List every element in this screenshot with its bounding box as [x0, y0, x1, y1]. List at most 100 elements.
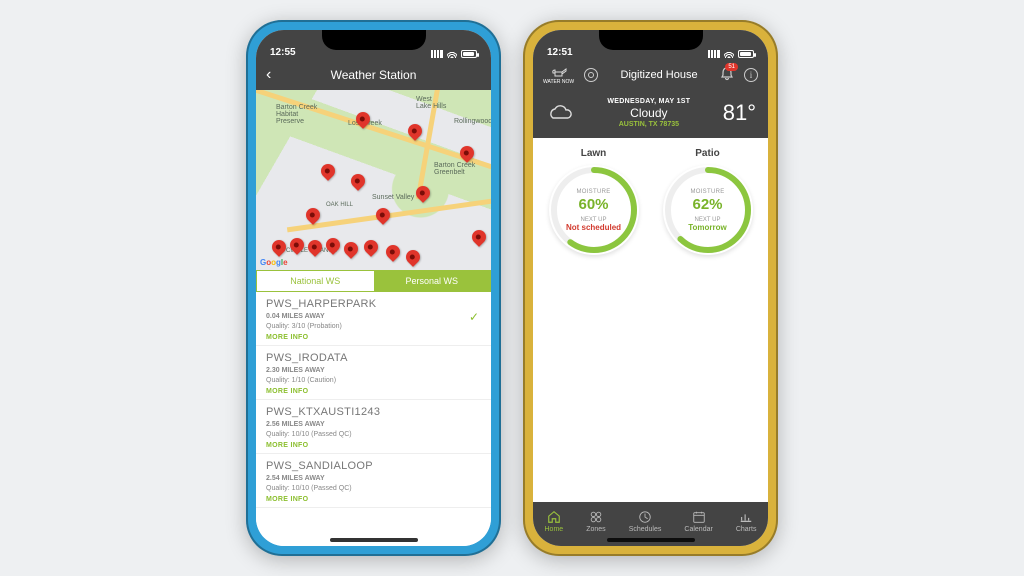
- station-row[interactable]: PWS_IRODATA2.30 MILES AWAYQuality: 1/10 …: [256, 346, 491, 400]
- station-name: PWS_SANDIALOOP: [266, 460, 481, 472]
- map-label: Sunset Valley: [372, 194, 414, 201]
- phone-right: 12:51 WATER NOW Digitized House 51: [523, 20, 778, 556]
- tab-calendar[interactable]: Calendar: [684, 510, 712, 533]
- tab-label: Zones: [586, 526, 605, 533]
- station-quality: Quality: 10/10 (Passed QC): [266, 485, 481, 492]
- zone-card[interactable]: Patio MOISTURE62%NEXT UPTomorrow: [660, 148, 756, 492]
- tab-national-ws[interactable]: National WS: [257, 271, 374, 291]
- weather-condition: Cloudy: [585, 106, 713, 120]
- station-quality: Quality: 3/10 (Probation): [266, 323, 481, 330]
- zone-name: Patio: [660, 148, 756, 159]
- cloud-icon: [545, 103, 575, 123]
- map-pin[interactable]: [318, 161, 338, 181]
- moisture-value: 60%: [578, 196, 608, 213]
- weather-location[interactable]: AUSTIN, TX 78735: [585, 121, 713, 128]
- nav-title: Weather Station: [331, 68, 417, 82]
- tab-personal-ws[interactable]: Personal WS: [374, 271, 491, 291]
- station-list[interactable]: PWS_HARPERPARK✓0.04 MILES AWAY Quality: 3…: [256, 292, 491, 546]
- notifications-button[interactable]: 51: [720, 67, 734, 84]
- home-indicator[interactable]: [330, 538, 418, 542]
- station-name: PWS_KTXAUSTI1243: [266, 406, 481, 418]
- station-row[interactable]: PWS_KTXAUSTI1243 2.56 MILES AWAY Quality: …: [256, 400, 491, 454]
- more-info-link[interactable]: MORE INFO: [266, 496, 481, 503]
- map-label: Barton Creek Habitat Preserve: [276, 104, 317, 125]
- tab-schedules[interactable]: Schedules: [629, 510, 662, 533]
- settings-icon[interactable]: [584, 68, 598, 82]
- map-pin[interactable]: [373, 205, 393, 225]
- status-right: [431, 50, 477, 58]
- water-now-button[interactable]: WATER NOW: [543, 66, 574, 85]
- water-now-label: WATER NOW: [543, 79, 574, 85]
- weather-header: WEDNESDAY, MAY 1ST Cloudy AUSTIN, TX 787…: [533, 90, 768, 138]
- moisture-dial: MOISTURE62%NEXT UPTomorrow: [663, 165, 753, 255]
- tab-label: Calendar: [684, 526, 712, 533]
- battery-icon: [461, 50, 477, 58]
- battery-icon: [738, 50, 754, 58]
- status-time: 12:51: [547, 47, 573, 58]
- screen-left: 12:55 ‹ Weather Station Barton Creek Hab…: [256, 30, 491, 546]
- map-pin[interactable]: [348, 171, 368, 191]
- map-label: Rollingwood: [454, 118, 491, 125]
- status-time: 12:55: [270, 47, 296, 58]
- home-icon: [546, 510, 562, 524]
- map-pin[interactable]: [413, 183, 433, 203]
- map-label: Barton Creek Greenbelt: [434, 162, 475, 176]
- station-name: PWS_HARPERPARK: [266, 298, 481, 310]
- status-right: [708, 50, 754, 58]
- moisture-value: 62%: [692, 196, 722, 213]
- back-button[interactable]: ‹: [266, 66, 271, 84]
- checkmark-icon: ✓: [469, 310, 479, 324]
- schedules-icon: [637, 510, 653, 524]
- calendar-icon: [691, 510, 707, 524]
- header-title: Digitized House: [621, 69, 698, 81]
- tab-label: Schedules: [629, 526, 662, 533]
- app-header: WATER NOW Digitized House 51 i: [533, 60, 768, 90]
- more-info-link[interactable]: MORE INFO: [266, 334, 481, 341]
- map-pin[interactable]: [383, 242, 403, 262]
- signal-icon: [708, 50, 720, 58]
- info-button[interactable]: i: [744, 68, 758, 82]
- map-label: OAK HILL: [326, 202, 353, 208]
- next-value: Tomorrow: [688, 223, 727, 232]
- notch: [599, 30, 703, 50]
- tab-zones[interactable]: Zones: [586, 510, 605, 533]
- map-view[interactable]: Barton Creek Habitat Preserve Lost Creek…: [256, 90, 491, 270]
- moisture-dial: MOISTURE60%NEXT UPNot scheduled: [549, 165, 639, 255]
- charts-icon: [738, 510, 754, 524]
- screen-right: 12:51 WATER NOW Digitized House 51: [533, 30, 768, 546]
- station-quality: Quality: 10/10 (Passed QC): [266, 431, 481, 438]
- next-value: Not scheduled: [566, 223, 621, 232]
- more-info-link[interactable]: MORE INFO: [266, 388, 481, 395]
- tab-home[interactable]: Home: [545, 510, 564, 533]
- station-distance: 2.56 MILES AWAY: [266, 421, 481, 428]
- phone-left: 12:55 ‹ Weather Station Barton Creek Hab…: [246, 20, 501, 556]
- home-indicator[interactable]: [607, 538, 695, 542]
- station-quality: Quality: 1/10 (Caution): [266, 377, 481, 384]
- notch: [322, 30, 426, 50]
- map-label: West Lake Hills: [416, 96, 446, 110]
- station-row[interactable]: PWS_HARPERPARK✓0.04 MILES AWAY Quality: 3…: [256, 292, 491, 346]
- map-pin[interactable]: [469, 227, 489, 247]
- station-distance: 0.04 MILES AWAY: [266, 313, 481, 320]
- tab-label: Charts: [736, 526, 757, 533]
- nav-bar: ‹ Weather Station: [256, 60, 491, 90]
- zone-card[interactable]: LawnMOISTURE60%NEXT UPNot scheduled: [546, 148, 642, 492]
- tab-label: Home: [545, 526, 564, 533]
- zone-container: LawnMOISTURE60%NEXT UPNot scheduledPatio…: [533, 138, 768, 502]
- google-logo: Google: [260, 258, 288, 267]
- weather-date: WEDNESDAY, MAY 1ST: [585, 98, 713, 105]
- notification-badge: 51: [725, 63, 738, 71]
- tab-charts[interactable]: Charts: [736, 510, 757, 533]
- map-pin[interactable]: [341, 239, 361, 259]
- more-info-link[interactable]: MORE INFO: [266, 442, 481, 449]
- wifi-icon: [447, 50, 457, 58]
- moisture-label: MOISTURE: [576, 189, 610, 195]
- station-distance: 2.54 MILES AWAY: [266, 475, 481, 482]
- map-pin[interactable]: [361, 237, 381, 257]
- zones-icon: [588, 510, 604, 524]
- station-row[interactable]: PWS_SANDIALOOP 2.54 MILES AWAY Quality: 10…: [256, 454, 491, 508]
- watering-can-icon: [551, 66, 567, 78]
- station-name: PWS_IRODATA: [266, 352, 481, 364]
- map-pin[interactable]: [403, 247, 423, 267]
- segmented-control: National WS Personal WS: [256, 270, 491, 292]
